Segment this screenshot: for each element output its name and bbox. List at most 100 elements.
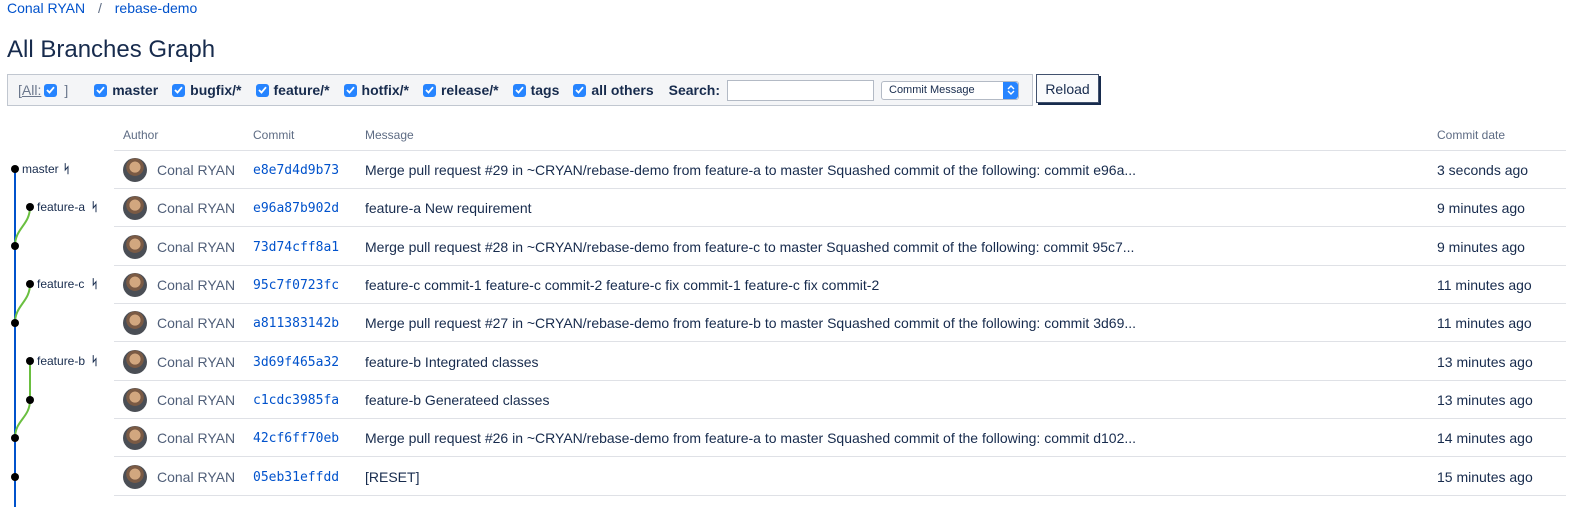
commit-date: 3 seconds ago bbox=[1437, 162, 1529, 178]
commit-date: 15 minutes ago bbox=[1437, 469, 1533, 485]
author-name: Conal RYAN bbox=[157, 277, 236, 293]
filter-hotfix[interactable]: hotfix/* bbox=[343, 82, 409, 98]
avatar bbox=[123, 311, 147, 335]
commit-hash-link[interactable]: c1cdc3985fa bbox=[253, 393, 339, 408]
avatar bbox=[123, 273, 147, 297]
header-author: Author bbox=[123, 128, 159, 142]
avatar bbox=[123, 158, 147, 182]
commit-hash-link[interactable]: 05eb31effdd bbox=[253, 470, 339, 485]
branch-label-feature-b: feature-b bbox=[37, 354, 85, 368]
checkbox-hotfix[interactable] bbox=[343, 83, 357, 97]
commit-node[interactable] bbox=[11, 434, 19, 442]
search-input[interactable] bbox=[727, 79, 874, 101]
commit-hash-link[interactable]: a811383142b bbox=[253, 316, 339, 331]
commit-node[interactable] bbox=[26, 280, 34, 288]
select-arrows-icon bbox=[1003, 81, 1018, 99]
commit-node[interactable] bbox=[26, 203, 34, 211]
commit-hash-link[interactable]: 73d74cff8a1 bbox=[253, 240, 339, 255]
filter-release[interactable]: release/* bbox=[422, 82, 499, 98]
commit-date: 11 minutes ago bbox=[1437, 277, 1532, 293]
search-mode-select[interactable]: Commit Message bbox=[881, 80, 1019, 100]
checkbox-all-others[interactable] bbox=[573, 83, 587, 97]
page-title: All Branches Graph bbox=[7, 36, 216, 63]
commit-date: 14 minutes ago bbox=[1437, 430, 1533, 446]
commit-hash-link[interactable]: e96a87b902d bbox=[253, 201, 339, 216]
header-commit: Commit bbox=[253, 128, 295, 142]
branch-icon: ᛋ bbox=[63, 162, 70, 176]
commit-message: feature-c commit-1 feature-c commit-2 fe… bbox=[365, 277, 880, 293]
filter-master-label: master bbox=[112, 82, 159, 98]
author-name: Conal RYAN bbox=[157, 200, 236, 216]
avatar bbox=[123, 235, 147, 259]
checkbox-master[interactable] bbox=[94, 83, 108, 97]
feature-a-branch-line bbox=[14, 206, 31, 247]
checkbox-feature[interactable] bbox=[255, 83, 269, 97]
commit-hash-link[interactable]: 3d69f465a32 bbox=[253, 355, 339, 370]
branch-filter-bar: [ All: ] master bugfix/* feature/* hotfi… bbox=[7, 74, 1033, 106]
checkbox-release[interactable] bbox=[422, 83, 436, 97]
header-message: Message bbox=[365, 128, 414, 142]
breadcrumb-repo-link[interactable]: rebase-demo bbox=[115, 0, 198, 16]
filter-bugfix[interactable]: bugfix/* bbox=[172, 82, 242, 98]
commit-message: Merge pull request #28 in ~CRYAN/rebase-… bbox=[365, 239, 1135, 255]
branch-icon: ᛋ bbox=[91, 200, 98, 214]
author-name: Conal RYAN bbox=[157, 162, 236, 178]
commit-date: 9 minutes ago bbox=[1437, 239, 1525, 255]
commit-hash-link[interactable]: 95c7f0723fc bbox=[253, 278, 339, 293]
avatar bbox=[123, 426, 147, 450]
author-name: Conal RYAN bbox=[157, 354, 236, 370]
commit-node[interactable] bbox=[26, 357, 34, 365]
commit-node[interactable] bbox=[11, 319, 19, 327]
avatar bbox=[123, 388, 147, 412]
filter-tags-label: tags bbox=[530, 82, 560, 98]
author-name: Conal RYAN bbox=[157, 392, 236, 408]
commit-date: 13 minutes ago bbox=[1437, 354, 1533, 370]
filter-tags[interactable]: tags bbox=[512, 82, 560, 98]
all-filter-group: [ All: ] bbox=[18, 82, 68, 98]
filter-master[interactable]: master bbox=[94, 82, 158, 98]
checkbox-bugfix[interactable] bbox=[172, 83, 186, 97]
table-row: Conal RYAN 05eb31effdd [RESET] 15 minute… bbox=[114, 458, 1566, 496]
table-row: Conal RYAN 42cf6ff70eb Merge pull reques… bbox=[114, 419, 1566, 457]
branch-label-feature-a: feature-a bbox=[37, 200, 85, 214]
filter-feature[interactable]: feature/* bbox=[255, 82, 330, 98]
filter-all-others[interactable]: all others bbox=[573, 82, 654, 98]
commit-node[interactable] bbox=[11, 165, 19, 173]
reload-button[interactable]: Reload bbox=[1036, 74, 1099, 103]
commit-node[interactable] bbox=[26, 396, 34, 404]
breadcrumb-user-link[interactable]: Conal RYAN bbox=[7, 0, 85, 16]
commit-hash-link[interactable]: e8e7d4d9b73 bbox=[253, 163, 339, 178]
author-name: Conal RYAN bbox=[157, 430, 236, 446]
commit-hash-link[interactable]: 42cf6ff70eb bbox=[253, 431, 339, 446]
commit-message: feature-b Integrated classes bbox=[365, 354, 539, 370]
branch-label-master: master bbox=[22, 162, 59, 176]
commit-node[interactable] bbox=[11, 473, 19, 481]
commit-date: 11 minutes ago bbox=[1437, 315, 1532, 331]
table-row: Conal RYAN e8e7d4d9b73 Merge pull reques… bbox=[114, 151, 1566, 189]
all-filter-close-bracket: ] bbox=[64, 82, 69, 98]
breadcrumb-separator: / bbox=[97, 0, 102, 16]
author-name: Conal RYAN bbox=[157, 469, 236, 485]
table-row: Conal RYAN e96a87b902d feature-a New req… bbox=[114, 189, 1566, 227]
filter-bugfix-label: bugfix/* bbox=[190, 82, 242, 98]
author-name: Conal RYAN bbox=[157, 315, 236, 331]
search-mode-value: Commit Message bbox=[889, 84, 975, 96]
search-label: Search: bbox=[668, 82, 720, 98]
branch-icon: ᛋ bbox=[91, 277, 98, 291]
checkbox-tags[interactable] bbox=[512, 83, 526, 97]
commit-date: 9 minutes ago bbox=[1437, 200, 1525, 216]
table-row: Conal RYAN 3d69f465a32 feature-b Integra… bbox=[114, 343, 1566, 381]
commit-node[interactable] bbox=[11, 242, 19, 250]
all-checkbox[interactable] bbox=[44, 83, 58, 97]
commit-message: Merge pull request #27 in ~CRYAN/rebase-… bbox=[365, 315, 1137, 331]
filter-all-others-label: all others bbox=[591, 82, 654, 98]
header-commit-date: Commit date bbox=[1437, 128, 1506, 142]
branch-label-feature-c: feature-c bbox=[37, 277, 84, 291]
breadcrumb: Conal RYAN / rebase-demo bbox=[7, 0, 197, 16]
commit-message: [RESET] bbox=[365, 469, 420, 485]
all-filter-link[interactable]: All: bbox=[22, 82, 41, 98]
commit-message: feature-a New requirement bbox=[365, 200, 532, 216]
filter-feature-label: feature/* bbox=[273, 82, 330, 98]
commit-date: 13 minutes ago bbox=[1437, 392, 1533, 408]
avatar bbox=[123, 350, 147, 374]
